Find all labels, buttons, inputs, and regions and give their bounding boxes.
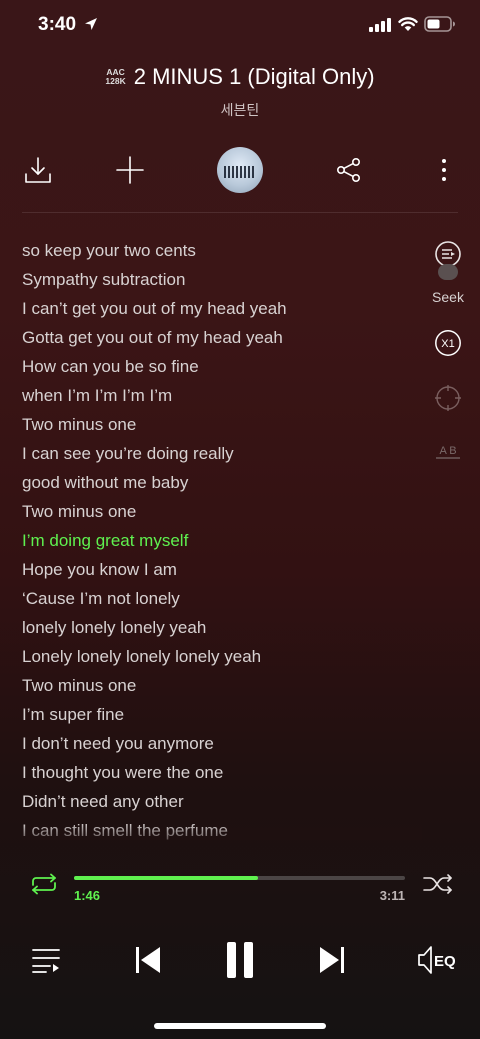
progress-fill — [74, 876, 258, 880]
seek-label: Seek — [432, 289, 464, 305]
wifi-icon — [398, 17, 418, 31]
lyric-line[interactable]: Lonely lonely lonely lonely yeah — [22, 646, 422, 675]
lyric-line[interactable]: I’m super fine — [22, 704, 422, 733]
next-icon — [320, 947, 344, 973]
lyric-line[interactable]: Sympathy subtraction — [22, 269, 422, 298]
playback-progress: 1:46 3:11 — [0, 866, 480, 906]
artist-name[interactable]: 세븐틴 — [0, 100, 480, 120]
lyric-line[interactable]: when I’m I’m I’m I’m — [22, 385, 422, 414]
lyric-line[interactable]: I can’t get you out of my head yeah — [22, 298, 422, 327]
lyrics-seek-icon — [435, 241, 461, 280]
action-toolbar — [0, 146, 480, 196]
download-button[interactable] — [14, 146, 62, 194]
lyric-line[interactable]: so keep your two cents — [22, 240, 422, 269]
repeat-icon — [32, 873, 56, 895]
ab-repeat-icon: A B — [436, 445, 460, 459]
share-icon — [336, 157, 360, 182]
header-divider — [22, 212, 458, 213]
lyric-line[interactable]: I thought you were the one — [22, 762, 422, 791]
shuffle-button[interactable] — [418, 866, 458, 902]
repeat-button[interactable] — [24, 866, 64, 902]
more-options-button[interactable] — [420, 146, 468, 194]
lyric-line[interactable]: Gotta get you out of my head yeah — [22, 327, 422, 356]
lyric-line[interactable]: Two minus one — [22, 414, 422, 443]
audio-quality-badge: AAC 128K — [105, 68, 125, 86]
playlist-button[interactable] — [24, 938, 68, 982]
lyric-line[interactable]: How can you be so fine — [22, 356, 422, 385]
previous-button[interactable] — [126, 938, 170, 982]
lyric-line[interactable]: Two minus one — [22, 501, 422, 530]
playback-controls: EQ — [0, 932, 480, 988]
lyric-line-current[interactable]: I’m doing great myself — [22, 530, 422, 559]
current-time: 1:46 — [74, 888, 101, 903]
lyric-line[interactable]: good without me baby — [22, 472, 422, 501]
add-icon — [116, 156, 144, 184]
lyric-line[interactable]: Hope you know I am — [22, 559, 422, 588]
download-icon — [25, 157, 51, 183]
seek-toggle[interactable]: Seek — [420, 240, 476, 305]
now-playing-header: AAC 128K 2 MINUS 1 (Digital Only) 세븐틴 — [0, 64, 480, 120]
lyric-line[interactable]: Two minus one — [22, 675, 422, 704]
location-arrow-icon — [85, 18, 97, 30]
home-indicator[interactable] — [154, 1023, 326, 1029]
bitrate-label: 128K — [105, 76, 126, 86]
playback-speed-button[interactable]: X1 — [420, 329, 476, 362]
equalizer-button[interactable]: EQ — [414, 938, 462, 982]
pause-button[interactable] — [216, 936, 264, 984]
progress-slider[interactable] — [74, 876, 405, 880]
playlist-icon — [32, 949, 60, 973]
eq-icon: EQ — [418, 946, 456, 974]
speed-icon: X1 — [435, 330, 461, 356]
previous-icon — [136, 947, 160, 973]
lyric-line[interactable]: I can see you’re doing really — [22, 443, 422, 472]
lyric-line[interactable]: Didn’t need any other — [22, 791, 422, 820]
ab-label: A B — [439, 445, 456, 457]
ab-repeat-button[interactable]: A B — [420, 443, 476, 468]
status-bar: 3:40 — [0, 0, 480, 54]
cellular-signal-icon — [369, 18, 391, 32]
pause-icon — [227, 942, 253, 978]
lyric-line[interactable]: I can still smell the perfume — [22, 820, 422, 840]
lyric-line[interactable]: I don’t need you anymore — [22, 733, 422, 762]
album-art[interactable] — [217, 147, 263, 193]
song-title: 2 MINUS 1 (Digital Only) — [133, 64, 375, 89]
lyrics-panel[interactable]: so keep your two cents Sympathy subtracti… — [22, 240, 422, 840]
lyric-line[interactable]: ‘Cause I’m not lonely — [22, 588, 422, 617]
shuffle-icon — [423, 874, 452, 894]
next-button[interactable] — [310, 938, 354, 982]
crosshair-icon — [435, 385, 461, 411]
lyric-line[interactable]: lonely lonely lonely yeah — [22, 617, 422, 646]
add-to-playlist-button[interactable] — [106, 146, 154, 194]
eq-label: EQ — [434, 953, 456, 970]
total-duration: 3:11 — [379, 888, 405, 903]
locate-current-line-button[interactable] — [420, 384, 476, 417]
speed-label: X1 — [441, 338, 454, 350]
status-time: 3:40 — [38, 14, 77, 35]
battery-icon — [424, 16, 455, 32]
share-button[interactable] — [325, 146, 373, 194]
more-icon — [442, 159, 446, 181]
